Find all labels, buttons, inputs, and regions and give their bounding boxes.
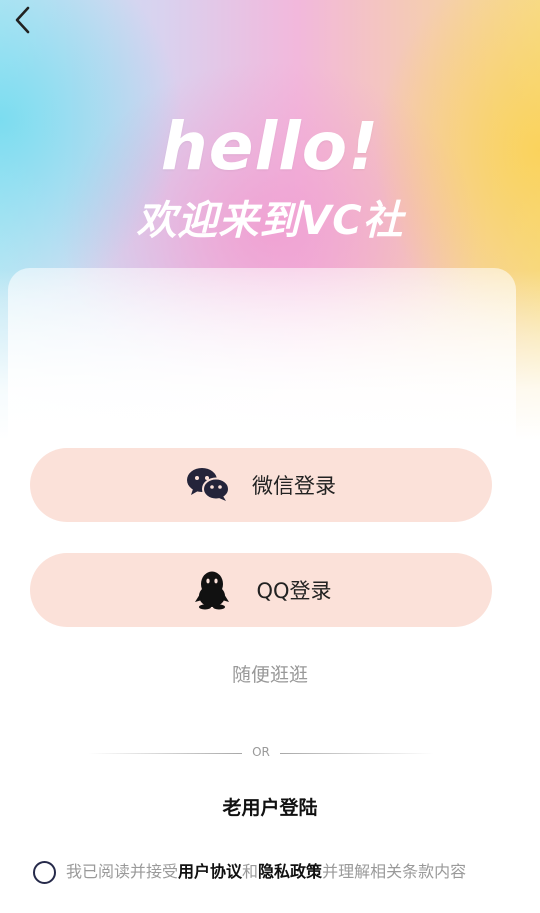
wechat-icon	[186, 465, 230, 505]
agreement-text: 我已阅读并接受用户协议和隐私政策并理解相关条款内容	[66, 858, 466, 882]
browse-link[interactable]: 随便逛逛	[0, 660, 540, 687]
hello-title: hello!	[160, 108, 380, 185]
qq-penguin-icon	[190, 570, 234, 610]
wechat-login-button[interactable]: 微信登录	[30, 448, 492, 522]
hero-fade	[0, 270, 540, 440]
chevron-left-icon	[15, 6, 30, 34]
qq-login-button[interactable]: QQ登录	[30, 553, 492, 627]
agreement-and: 和	[242, 862, 259, 881]
old-user-login-link[interactable]: 老用户登陆	[0, 793, 540, 820]
agreement-radio[interactable]	[33, 861, 56, 884]
divider-line-right	[280, 753, 434, 754]
agreement-suffix: 并理解相关条款内容	[322, 862, 467, 881]
wechat-login-label: 微信登录	[252, 474, 336, 498]
qq-login-label: QQ登录	[256, 579, 332, 603]
user-agreement-link[interactable]: 用户协议	[178, 862, 242, 881]
privacy-policy-link[interactable]: 隐私政策	[258, 862, 322, 881]
divider-line-left	[88, 753, 242, 754]
welcome-title: 欢迎来到VC社	[136, 198, 404, 244]
back-button[interactable]	[8, 2, 36, 38]
agreement-prefix: 我已阅读并接受	[66, 862, 179, 881]
divider-or: OR	[252, 745, 270, 759]
